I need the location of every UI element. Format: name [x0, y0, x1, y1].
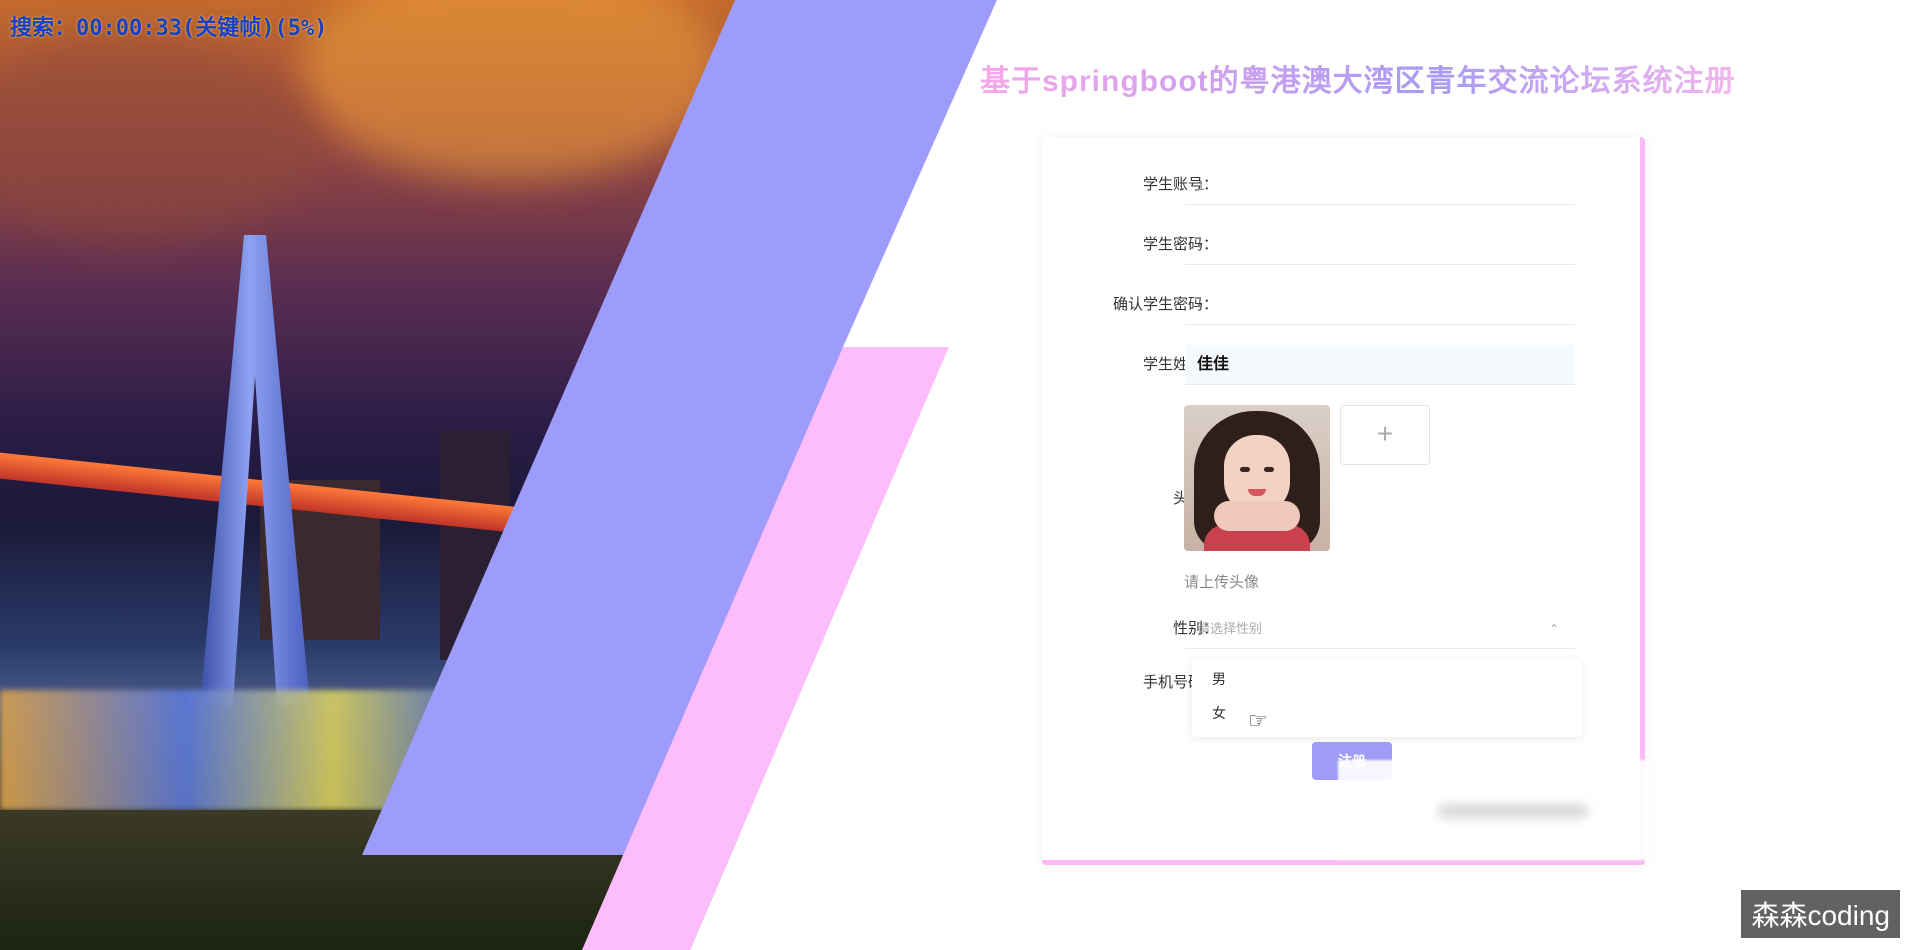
blurred-popup: [1338, 760, 1650, 860]
confirm-password-row: 确认学生密码： •: [1042, 283, 1602, 327]
name-row: 学生姓名： 佳佳: [1042, 343, 1602, 387]
eye: [1264, 467, 1274, 472]
gender-row: 性别： 请选择性别 ⌃: [1042, 607, 1602, 651]
gender-option-male[interactable]: 男: [1212, 669, 1226, 689]
page-title: 基于springboot的粤港澳大湾区青年交流论坛系统注册: [980, 56, 1736, 100]
avatar-hint: 请上传头像: [1184, 574, 1260, 591]
blurred-text: [1438, 804, 1588, 818]
register-form: 学生账号： 1 学生密码： • 确认学生密码： • 学生姓名： 佳佳 头像： +…: [1042, 137, 1645, 865]
password-input[interactable]: •: [1185, 225, 1575, 265]
name-input[interactable]: 佳佳: [1185, 345, 1575, 385]
hands: [1214, 501, 1300, 531]
upload-plus-button[interactable]: +: [1340, 405, 1430, 465]
eye: [1240, 467, 1250, 472]
chevron-up-icon: ⌃: [1548, 622, 1559, 636]
confirm-password-input[interactable]: •: [1185, 285, 1575, 325]
video-search-overlay: 搜索：00:00:33(关键帧)(5%): [10, 16, 328, 41]
password-row: 学生密码： •: [1042, 223, 1602, 267]
avatar-image[interactable]: [1184, 405, 1330, 551]
gender-placeholder: 请选择性别: [1197, 621, 1263, 636]
hand-cursor-icon: ☞: [1248, 708, 1268, 733]
cloud: [300, 0, 720, 180]
gender-option-female[interactable]: 女: [1212, 703, 1226, 723]
account-row: 学生账号： 1: [1042, 163, 1602, 207]
watermark: 森森coding: [1741, 890, 1900, 938]
gender-select[interactable]: 请选择性别 ⌃: [1185, 609, 1575, 649]
cloud: [0, 40, 320, 240]
account-input[interactable]: 1: [1185, 165, 1575, 205]
bridge-tower: [200, 235, 310, 705]
